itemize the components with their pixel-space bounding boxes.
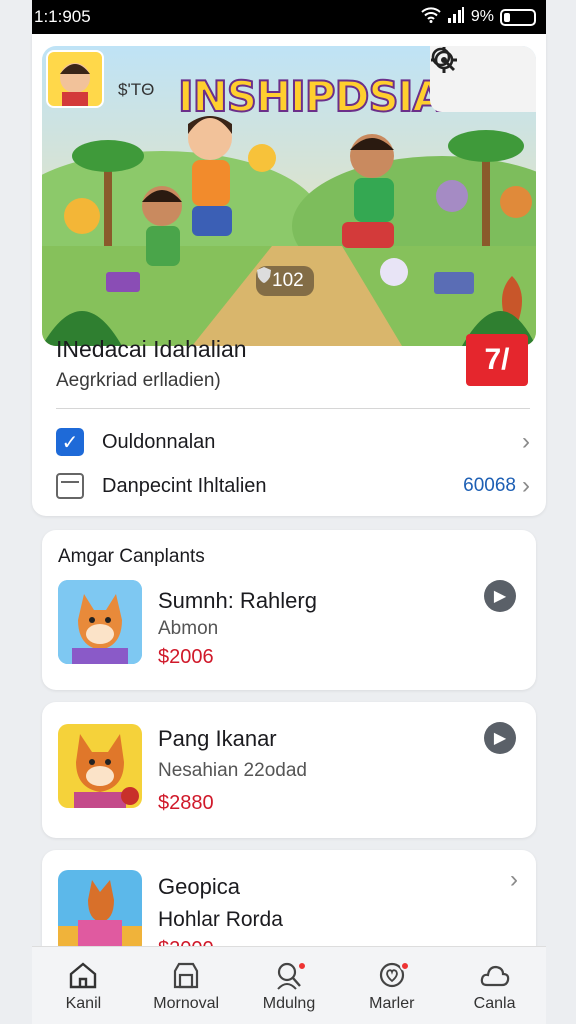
item-thumbnail[interactable] [58,724,142,808]
nav-item-favorites[interactable]: Marler [344,959,440,1013]
arrow-right-icon[interactable]: ▶ [484,722,516,754]
signal-icon [447,6,465,28]
nav-label: Mornoval [153,994,220,1012]
chevron-right-icon[interactable]: › [510,866,518,894]
row-value: 60068 [463,475,516,496]
notification-dot [296,960,307,971]
checkbox-icon[interactable]: ✓ [56,428,84,456]
cloud-icon [480,965,509,986]
nav-item-cloud[interactable]: Canla [447,959,543,1013]
banner-count: 102 [272,270,304,291]
arrow-right-icon[interactable]: ▶ [484,580,516,612]
home-icon [70,961,97,988]
divider [56,408,530,409]
row-danpecint[interactable]: Danpecint Ihltalien 60068 › [56,466,530,506]
app-logo: 7/ [466,334,528,386]
app-subtitle: Aegrkriad erlladien) [56,370,221,391]
app-logo-text: 7/ [484,343,510,376]
item-subtitle: Hohlar Rorda [158,908,283,931]
banner-title: INSHIPDSIA [177,71,446,122]
item-thumbnail[interactable] [58,580,142,664]
document-icon [56,473,84,499]
banner-avatar [46,50,104,108]
row-ouldonnalan[interactable]: ✓ Ouldonnalan › [56,422,530,462]
row-label: Ouldonnalan [102,430,216,453]
row-label: Danpecint Ihltalien [102,474,267,497]
item-subtitle: Nesahian 22odad [158,760,307,781]
nav-item-store[interactable]: Mornoval [138,959,234,1013]
battery-percent: 9% [470,8,494,25]
status-bar: 1:1:905 9% [32,0,546,34]
nav-label: Mdulng [262,994,316,1012]
app-hero-card: $'TΘ INSHIPDSIA 102 INedacai Idahalian A… [32,34,546,516]
chevron-right-icon: › [522,428,530,455]
item-title[interactable]: Sumnh: Rahlerg [158,588,317,614]
chevron-right-icon: › [522,472,530,499]
list-item[interactable]: Geopica Hohlar Rorda $2000 › [42,850,536,960]
banner-price: $'TΘ [118,80,155,99]
status-time: 1:1:905 [34,7,91,26]
item-title[interactable]: Pang Ikanar [158,726,277,752]
item-price: $2880 [158,792,214,814]
wifi-icon [421,6,441,28]
notification-dot [399,960,410,971]
list-item[interactable]: Pang Ikanar Nesahian 22odad $2880 ▶ [42,702,536,838]
section-title: Amgar Canplants [58,546,205,567]
banner-count-badge: 102 [256,266,314,296]
store-icon [174,962,199,988]
nav-item-search[interactable]: Mdulng [241,959,337,1013]
battery-icon [500,8,536,26]
item-price: $2006 [158,646,214,668]
nav-label: Kanil [65,994,102,1012]
item-title[interactable]: Geopica [158,874,240,900]
nav-item-home[interactable]: Kanil [35,959,131,1013]
item-subtitle: Abmon [158,618,219,639]
bottom-nav: Kanil Mornoval Mdulng Marler Canla [32,946,546,1024]
nav-label: Marler [369,994,415,1012]
app-name: INedacai Idahalian [56,336,247,362]
hero-banner[interactable]: $'TΘ INSHIPDSIA 102 [42,46,536,346]
nav-label: Canla [473,994,516,1012]
item-thumbnail[interactable] [58,870,142,954]
banner-actions [430,46,536,112]
section-card: Amgar Canplants Sumnh: Rahlerg Abmon $20… [42,530,536,690]
